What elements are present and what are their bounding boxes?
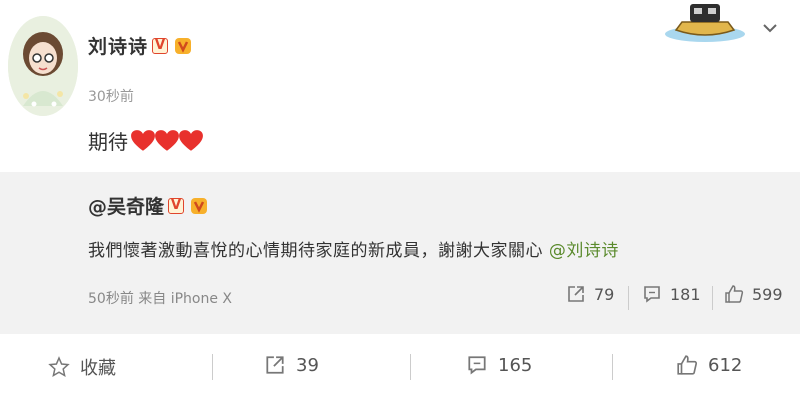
comment-icon [644,286,660,303]
post-time[interactable]: 30秒前 [88,86,134,106]
divider [628,286,629,310]
repost-like-button[interactable]: 599 [724,284,783,304]
repost-body: 我們懷著激動喜悅的心情期待家庭的新成員，謝謝大家關心 [88,241,549,261]
share-button[interactable]: 39 [264,354,319,376]
divider [712,286,713,310]
repost-meta[interactable]: 50秒前 来自 iPhone X [88,288,232,308]
reposted-post: @吴奇隆 V 我們懷著激動喜悅的心情期待家庭的新成員，謝謝大家關心 @刘诗诗 5… [0,172,800,334]
chevron-down-icon[interactable] [762,22,778,34]
share-icon [568,286,584,302]
repost-share-button[interactable]: 79 [566,284,614,304]
post-text: 期待 [88,130,128,154]
divider [410,354,411,380]
verified-icon: V [152,37,169,54]
like-button[interactable]: 612 [676,354,742,376]
card-decoration-icon [665,4,745,42]
favorite-button[interactable]: 收藏 [48,354,116,380]
repost-author-name[interactable]: @吴奇隆 [88,192,164,219]
heart-icon [179,129,203,151]
like-count: 612 [708,354,743,376]
repost-like-count: 599 [752,284,783,304]
repost-share-count: 79 [594,284,615,304]
heart-icon [131,129,155,151]
heart-icon [155,129,179,151]
share-icon [266,356,284,374]
star-icon [48,356,70,378]
comment-button[interactable]: 165 [466,354,532,376]
author-avatar[interactable] [8,16,78,116]
thumbs-up-icon [725,285,744,303]
repost-comment-button[interactable]: 181 [642,284,701,304]
verified-icon: V [168,197,185,214]
divider [612,354,613,380]
repost-comment-count: 181 [670,284,701,304]
comment-count: 165 [498,354,533,376]
thumbs-up-icon [677,355,698,375]
author-name[interactable]: 刘诗诗 [88,32,148,59]
comment-icon [468,356,486,375]
action-bar: 收藏 39 165 612 [0,334,800,400]
post-content: 期待 [88,126,203,155]
divider [212,354,213,380]
favorite-label: 收藏 [80,358,116,379]
medal-icon [191,197,208,214]
repost-text: 我們懷著激動喜悅的心情期待家庭的新成員，謝謝大家關心 @刘诗诗 [88,236,619,261]
repost-author-row: @吴奇隆 V [88,192,210,219]
share-count: 39 [296,354,319,376]
hearts-group [130,128,203,154]
mention-link[interactable]: @刘诗诗 [549,241,619,261]
medal-icon [175,37,192,54]
author-row: 刘诗诗 V [88,32,194,59]
